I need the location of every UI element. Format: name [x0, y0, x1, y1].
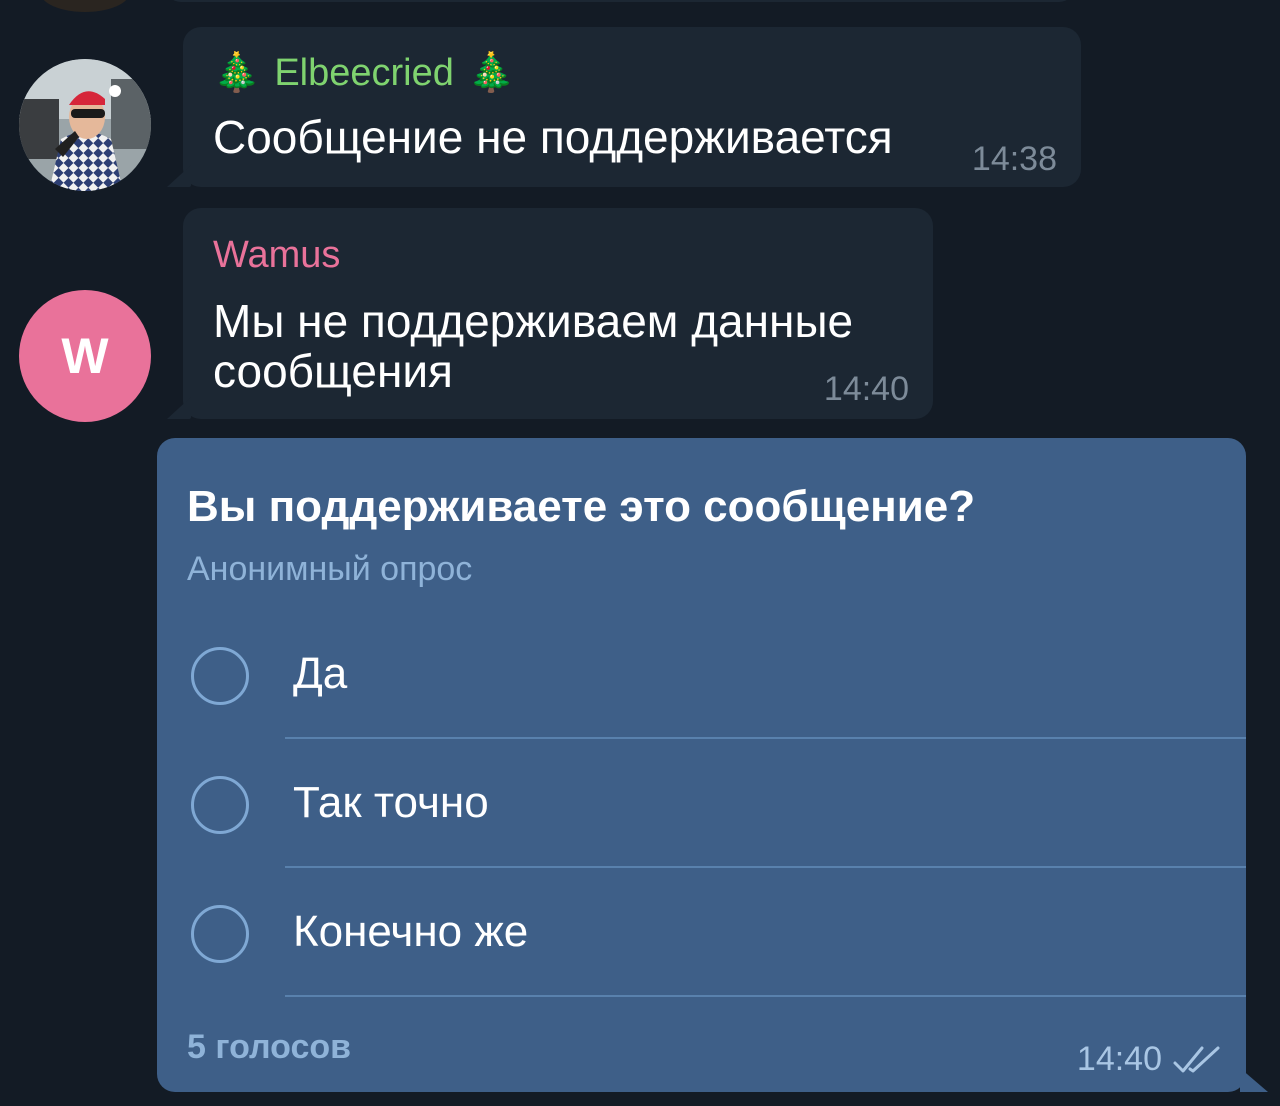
message-bubble-wamus[interactable]: Wamus Мы не поддерживаем данные сообщени…	[167, 208, 933, 419]
avatar-elbeecried[interactable]	[19, 59, 151, 191]
user-photo-icon	[19, 59, 151, 191]
avatar-wamus[interactable]: W	[19, 290, 151, 422]
poll-option[interactable]: Да	[157, 610, 1246, 739]
radio-button-icon[interactable]	[191, 775, 249, 834]
divider	[285, 995, 1246, 997]
poll-option-label: Так точно	[293, 777, 489, 827]
poll-type-label: Анонимный опрос	[187, 550, 473, 588]
poll-message: Вы поддерживаете это сообщение? Анонимны…	[157, 438, 1268, 1092]
poll-option-label: Да	[293, 648, 348, 698]
poll-timestamp: 14:40	[1077, 1040, 1222, 1079]
poll-votes-count[interactable]: 5 голосов	[187, 1028, 351, 1067]
message-bubble-elbeecried[interactable]: 🎄 Elbeecried 🎄 Сообщение не поддерживает…	[167, 27, 1081, 187]
poll-question: Вы поддерживаете это сообщение?	[187, 482, 976, 531]
bubble-tail	[167, 397, 191, 419]
previous-message-bubble	[165, 0, 1075, 2]
poll-option[interactable]: Конечно же	[157, 868, 1246, 997]
sender-name-text: Elbeecried	[274, 51, 454, 94]
message-text: Сообщение не поддерживается	[213, 111, 893, 163]
message-text: Мы не поддерживаем данные сообщения	[213, 295, 854, 397]
double-check-icon	[1173, 1046, 1220, 1072]
bubble-tail	[167, 165, 191, 187]
poll-option[interactable]: Так точно	[157, 739, 1246, 868]
sender-name[interactable]: 🎄 Elbeecried 🎄	[213, 51, 515, 95]
poll-option-label: Конечно же	[293, 906, 529, 956]
christmas-tree-icon: 🎄	[467, 52, 516, 94]
sender-name[interactable]: Wamus	[213, 234, 340, 277]
message-time: 14:38	[971, 140, 1057, 178]
radio-button-icon[interactable]	[191, 646, 249, 705]
avatar-letter: W	[61, 328, 109, 384]
previous-avatar	[40, 0, 130, 12]
bubble-tail	[1240, 1068, 1268, 1092]
message-time: 14:40	[1076, 1040, 1162, 1078]
christmas-tree-icon: 🎄	[213, 52, 261, 94]
message-time: 14:40	[823, 370, 909, 408]
radio-button-icon[interactable]	[191, 904, 249, 963]
